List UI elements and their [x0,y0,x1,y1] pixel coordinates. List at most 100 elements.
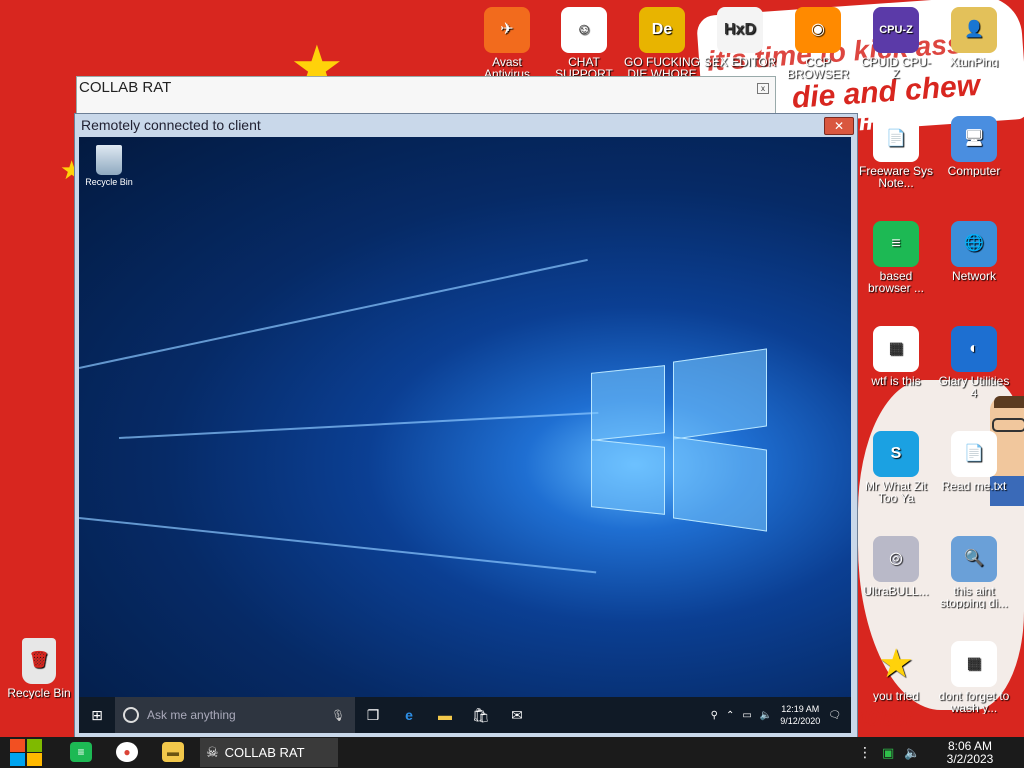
desktop-icon-based-browser-2[interactable]: ≡ based browser ... [858,221,934,294]
text-file-icon: 📄 [951,431,997,477]
desktop-icon-label: UltraBULL... [863,585,929,597]
remote-viewer-close-button[interactable]: ✕ [824,117,854,135]
desktop-icon-document-0[interactable]: 📄 Freeware Sys Note... [858,116,934,189]
recycle-bin-icon [96,145,122,175]
system-tray: ⋮ ▣ 🔈 [858,737,920,768]
remote-system-tray: ⚲ ⌃ ▭ 🔈 12:19 AM 9/12/2020 🗨 [711,703,851,727]
desktop-icon-label: CPUID CPU-Z [860,56,931,80]
desktop-icon-batch-file-11[interactable]: ▦ dont forget to wash y... [936,641,1012,714]
remote-recycle-bin-label: Recycle Bin [85,177,133,187]
remote-viewer-title: Remotely connected to client [81,117,261,133]
folder-taskbar-icon[interactable]: ▬ [162,742,184,762]
remote-search-placeholder: Ask me anything [147,708,236,722]
desktop-icon-ping[interactable]: 👤 XtunPing [936,7,1012,68]
desktop-icon-label: SEX EDITOR [703,56,777,68]
remote-date: 9/12/2020 [780,716,821,726]
desktop-icon-label: Mr What Zit Too Ya [865,480,927,504]
batch-file-icon: ▦ [873,326,919,372]
desktop-icon-label: Read me.txt [941,480,1007,492]
desktop-icon-avast[interactable]: ✈ Avast Antivirus [469,7,545,80]
desktop-icon-skype-6[interactable]: S Mr What Zit Too Ya [858,431,934,504]
desktop-icon-label: Freeware Sys Note... [858,165,934,189]
start-logo-yellow [27,753,42,766]
chevron-up-icon[interactable]: ⌃ [726,710,734,721]
desktop-icon-label: dont forget to wash y... [938,690,1010,714]
desktop-icon-disc-8[interactable]: ◎ UltraBULL... [858,536,934,597]
windows-logo-pane [673,348,767,440]
overflow-icon[interactable]: ⋮ [858,744,872,761]
desktop-icon-text-file-7[interactable]: 📄 Read me.txt [936,431,1012,492]
start-logo-red [10,739,25,752]
chrome-taskbar-icon[interactable]: ● [116,742,138,762]
skull-icon: ☠ [206,744,219,760]
glary-icon: ◐ [951,326,997,372]
file-explorer-icon[interactable]: ▬ [427,707,463,723]
people-icon[interactable]: ⚲ [711,710,718,721]
remote-taskbar: ⊞ Ask me anything 🎙 ❐ e ▬ 🛍 ✉ ⚲ ⌃ ▭ 🔈 12… [79,697,851,733]
cpuz-icon: CPU-Z [873,7,919,53]
based-browser-icon: ≡ [873,221,919,267]
light-beam [118,411,599,439]
network-icon[interactable]: ▣ [882,745,894,761]
taskbar-clock[interactable]: 8:06 AM 3/2/2023 [940,740,1000,766]
notification-icon[interactable]: 🗨 [828,710,841,721]
cortana-icon [123,707,139,723]
disc-icon: ◎ [873,536,919,582]
volume-icon[interactable]: 🔈 [760,710,772,721]
task-view-icon[interactable]: ❐ [355,707,391,724]
remote-viewer-window[interactable]: Remotely connected to client ✕ Recycle B… [74,113,858,739]
collab-rat-window[interactable]: COLLAB RAT x [76,76,776,114]
desktop-icon-search-computer-9[interactable]: 🔍 this aint stopping di... [936,536,1012,609]
remote-desktop-screen[interactable]: Recycle Bin ⊞ Ask me anything 🎙 ❐ e ▬ 🛍 … [79,137,851,733]
windows-logo-pane [591,365,665,441]
collab-rat-close-button[interactable]: x [757,83,769,94]
document-icon: 📄 [873,116,919,162]
volume-icon[interactable]: 🔈 [904,745,920,761]
based-browser-taskbar-icon[interactable]: ≡ [70,742,92,762]
edge-icon[interactable]: e [391,707,427,723]
collab-rat-title: COLLAB RAT [79,79,172,96]
desktop-icon-label: this aint stopping di... [939,585,1009,609]
desktop-icon-label: you tried [872,690,920,702]
computer-icon: 🖥 [951,116,997,162]
search-computer-icon: 🔍 [951,536,997,582]
batch-file-icon: ▦ [951,641,997,687]
ping-icon: 👤 [951,7,997,53]
desktop-icon-chat-support[interactable]: ☺ CHAT SUPPORT [546,7,622,80]
desktop-icon-die[interactable]: De GO FUCKING DIE WHORE [624,7,700,80]
network-icon: 🌐 [951,221,997,267]
browser-icon: ◉ [795,7,841,53]
desktop-icon-recycle-bin[interactable]: 🗑 Recycle Bin [1,638,77,699]
chat-support-icon: ☺ [561,7,607,53]
wallpaper-bottom-text: 40b0t [855,706,913,731]
light-beam [79,258,588,369]
desktop-icon-star-10[interactable]: ★ you tried [858,641,934,702]
remote-recycle-bin[interactable]: Recycle Bin [85,145,133,187]
desktop-icon-label: CCP BROWSER [786,56,849,80]
network-icon[interactable]: ▭ [742,710,751,721]
store-icon[interactable]: 🛍 [463,707,499,724]
desktop-icon-hex-editor[interactable]: HxD SEX EDITOR [702,7,778,68]
desktop-icon-label: Network [951,270,996,282]
desktop-icon-label: Glary Utilities 4 [938,375,1010,399]
desktop-icon-network-3[interactable]: 🌐 Network [936,221,1012,282]
desktop-icon-cpuz[interactable]: CPU-Z CPUID CPU-Z [858,7,934,80]
remote-search-box[interactable]: Ask me anything 🎙 [115,697,355,733]
remote-clock[interactable]: 12:19 AM 9/12/2020 [780,703,820,727]
skype-icon: S [873,431,919,477]
mail-icon[interactable]: ✉ [499,707,535,724]
desktop-icon-computer-1[interactable]: 🖥 Computer [936,116,1012,177]
start-logo-green [27,739,42,752]
microphone-icon[interactable]: 🎙 [331,709,345,722]
desktop-icon-batch-file-4[interactable]: ▦ wtf is this [858,326,934,387]
hex-editor-icon: HxD [717,7,763,53]
desktop-icon-label: Computer [947,165,1001,177]
desktop-icon-glary-5[interactable]: ◐ Glary Utilities 4 [936,326,1012,399]
start-button[interactable] [10,737,44,768]
windows-logo-pane [591,439,665,515]
collab-rat-taskbar-button[interactable]: ☠ COLLAB RAT [200,738,338,767]
recycle-bin-icon: 🗑 [22,638,56,684]
windows-start-icon[interactable]: ⊞ [79,707,115,724]
desktop-icon-label: wtf is this [871,375,921,387]
desktop-icon-browser[interactable]: ◉ CCP BROWSER [780,7,856,80]
